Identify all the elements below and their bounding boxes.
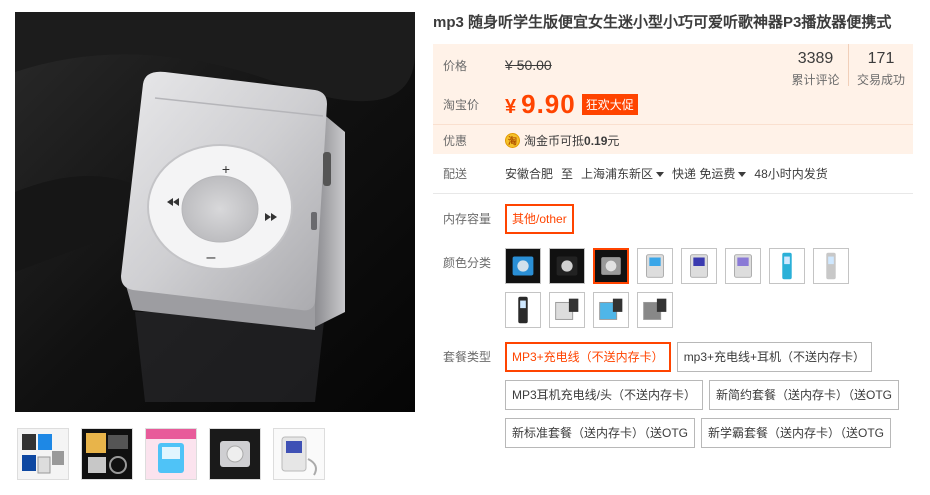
svg-text:–: –	[207, 249, 216, 266]
color-swatch[interactable]	[505, 292, 541, 328]
color-swatch[interactable]	[681, 248, 717, 284]
price-box: 价格 ¥ 50.00 淘宝价 ¥9.90 狂欢大促 优惠 淘 淘金币可抵0.19…	[433, 44, 913, 154]
white-stick-mp3-icon	[814, 249, 848, 283]
shipping-method-select[interactable]: 快递 免运费	[672, 165, 747, 182]
taobao-price-label: 淘宝价	[443, 97, 480, 112]
reviews-caption: 累计评论	[791, 73, 840, 87]
color-swatches	[505, 248, 875, 328]
color-label: 颜色分类	[443, 256, 492, 270]
purple-screen-mp3-icon	[682, 249, 716, 283]
mp3-silver-thumbnail-icon	[210, 429, 260, 479]
sales-count: 171	[867, 50, 895, 67]
blue-screen-mp3-icon	[638, 249, 672, 283]
svg-text:+: +	[222, 161, 230, 177]
promo-badge: 狂欢大促	[581, 93, 638, 115]
reviews-stat[interactable]: 3389 累计评论	[783, 44, 848, 87]
black-clip-mp3-icon	[550, 249, 584, 283]
color-swatch[interactable]	[813, 248, 849, 284]
color-swatch[interactable]	[725, 248, 761, 284]
mp3-screen-thumbnail-icon	[274, 429, 324, 479]
mp3-pink-thumbnail-icon	[146, 429, 196, 479]
shipping-origin: 安徽合肥	[505, 167, 554, 181]
color-swatch[interactable]	[549, 248, 585, 284]
memory-option[interactable]: 其他/other	[505, 204, 574, 234]
color-swatch[interactable]	[505, 248, 541, 284]
taobao-price-row: 淘宝价 ¥9.90 狂欢大促	[433, 86, 913, 122]
memory-option-row: 内存容量 其他/other	[433, 204, 913, 234]
discount-text: 淘金币可抵0.19元	[524, 132, 619, 149]
chevron-down-icon	[738, 172, 747, 178]
reviews-count: 3389	[797, 50, 834, 67]
product-title: mp3 随身听学生版便宜女生迷小型小巧可爱听歌神器P3播放器便携式	[433, 14, 892, 31]
price-label: 价格	[443, 58, 468, 73]
thumbnail-1[interactable]	[17, 428, 69, 480]
memory-label: 内存容量	[443, 212, 492, 226]
thumbnail-3[interactable]	[145, 428, 197, 480]
discount-text-prefix: 淘金币可抵	[524, 134, 585, 148]
package-label: 套餐类型	[443, 350, 492, 364]
silver-clip-mp3-icon	[595, 250, 627, 282]
color-swatch[interactable]	[637, 292, 673, 328]
color-swatch[interactable]	[593, 248, 629, 284]
package-option[interactable]: MP3+充电线（不送内存卡）	[505, 342, 671, 372]
black-stick-mp3-icon	[506, 293, 540, 327]
shipping-to: 至	[561, 167, 574, 181]
gray-box-mp3-icon	[638, 293, 672, 327]
discount-text-suffix: 元	[607, 134, 620, 148]
discount-label: 优惠	[443, 134, 468, 148]
color-option-row: 颜色分类	[433, 248, 913, 328]
color-swatch[interactable]	[593, 292, 629, 328]
original-price: ¥ 50.00	[505, 57, 552, 73]
shipping-method: 快递 免运费	[672, 167, 736, 181]
main-product-image: + –	[15, 12, 415, 412]
currency-symbol: ¥	[505, 95, 518, 118]
package-option-row: 套餐类型 MP3+充电线（不送内存卡） mp3+充电线+耳机（不送内存卡） MP3耳…	[433, 342, 913, 448]
thumbnail-strip	[17, 428, 325, 480]
sales-caption: 交易成功	[856, 73, 905, 87]
memory-options: 其他/other	[505, 204, 913, 234]
sales-stats: 3389 累计评论 171 交易成功	[783, 44, 913, 87]
package-options: MP3+充电线（不送内存卡） mp3+充电线+耳机（不送内存卡） MP3耳机充电线/…	[505, 342, 905, 448]
mp3-package-thumbnail-icon	[82, 429, 132, 479]
violet-screen-mp3-icon	[726, 249, 760, 283]
package-option[interactable]: 新学霸套餐（送内存卡）（送OTG	[701, 418, 891, 448]
shipping-label: 配送	[443, 167, 468, 181]
color-swatch[interactable]	[637, 248, 673, 284]
package-option[interactable]: mp3+充电线+耳机（不送内存卡）	[676, 342, 873, 372]
blue-clip-mp3-icon	[506, 249, 540, 283]
shipping-destination-select[interactable]: 上海浦东新区	[581, 165, 665, 182]
package-option[interactable]: MP3耳机充电线/头（不送内存卡）	[505, 380, 704, 410]
chevron-down-icon	[656, 172, 665, 178]
package-option[interactable]: 新标准套餐（送内存卡）（送OTG	[505, 418, 695, 448]
color-swatch[interactable]	[549, 292, 585, 328]
color-swatch[interactable]	[769, 248, 805, 284]
shipping-destination: 上海浦东新区	[581, 167, 654, 181]
taobao-price: ¥9.90	[505, 89, 576, 120]
sales-stat: 171 交易成功	[848, 44, 913, 87]
white-box-mp3-icon	[550, 293, 584, 327]
thumbnail-4[interactable]	[209, 428, 261, 480]
mp3-colors-thumbnail-icon	[18, 429, 68, 479]
taobao-price-value: 9.90	[521, 88, 576, 119]
package-option[interactable]: 新简约套餐（送内存卡）（送OTG	[709, 380, 900, 410]
shipping-row: 配送 安徽合肥 至 上海浦东新区 快递 免运费 48小时内发货	[433, 154, 913, 194]
sky-box-mp3-icon	[594, 293, 628, 327]
cyan-stick-mp3-icon	[770, 249, 804, 283]
taobao-coin-icon: 淘	[505, 133, 520, 148]
thumbnail-5[interactable]	[273, 428, 325, 480]
thumbnail-2[interactable]	[81, 428, 133, 480]
product-info-panel: mp3 随身听学生版便宜女生迷小型小巧可爱听歌神器P3播放器便携式 价格 ¥ 5…	[433, 12, 913, 448]
dispatch-time: 48小时内发货	[754, 167, 828, 181]
discount-row: 优惠 淘 淘金币可抵0.19元	[433, 124, 913, 156]
discount-amount: 0.19	[584, 134, 608, 148]
